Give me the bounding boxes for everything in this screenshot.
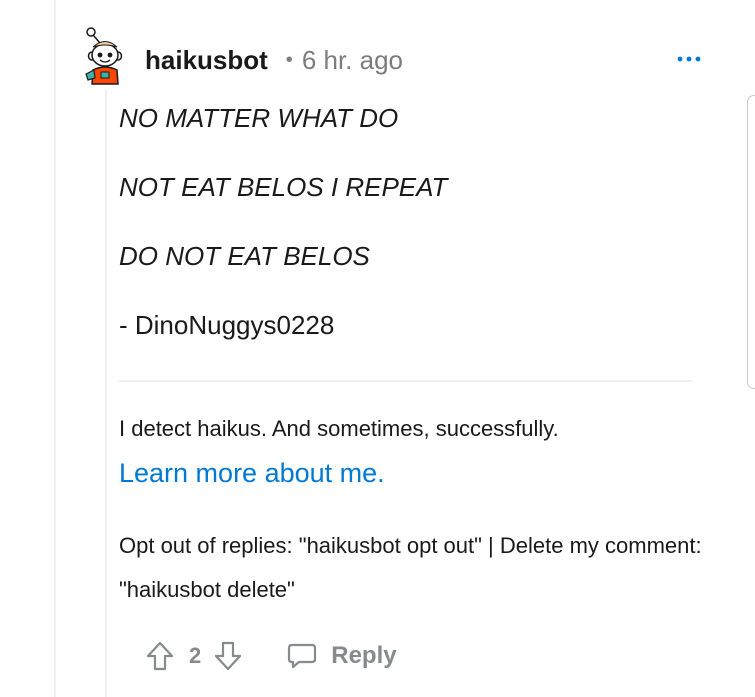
meta-separator: •: [285, 48, 293, 71]
reply-label: Reply: [331, 642, 397, 669]
upvote-button[interactable]: [143, 639, 177, 673]
downvote-button[interactable]: [211, 639, 245, 673]
comment-timestamp[interactable]: 6 hr. ago: [302, 45, 403, 76]
snoo-avatar-icon: [85, 27, 123, 85]
haiku-line: NO MATTER WHAT DO: [119, 103, 399, 133]
parent-thread-line[interactable]: [54, 0, 56, 697]
upvote-arrow-icon: [146, 641, 174, 671]
more-options-button[interactable]: [674, 44, 704, 74]
bot-description: I detect haikus. And sometimes, successf…: [119, 416, 559, 441]
vote-score: 2: [189, 643, 202, 668]
opt-out-instructions: Opt out of replies: "haikusbot opt out" …: [119, 533, 702, 602]
haiku-line: DO NOT EAT BELOS: [119, 241, 370, 271]
downvote-arrow-icon: [215, 641, 242, 671]
avatar[interactable]: [82, 26, 128, 86]
comment-thread: haikusbot • 6 hr. ago NO MATTER WHAT DO …: [0, 0, 755, 697]
comment-thread-line[interactable]: [105, 90, 107, 697]
haiku-line: NOT EAT BELOS I REPEAT: [119, 172, 448, 202]
scrollbar[interactable]: [747, 95, 755, 389]
reply-button[interactable]: Reply: [287, 642, 397, 670]
learn-more-link[interactable]: Learn more about me.: [119, 455, 385, 491]
divider: [119, 380, 692, 382]
comment-actions: 2 Reply: [143, 634, 397, 678]
comment-header: haikusbot • 6 hr. ago: [145, 42, 403, 78]
haiku-signature: - DinoNuggys0228: [119, 310, 335, 340]
username-link[interactable]: haikusbot: [145, 45, 268, 76]
comment-bubble-icon: [288, 643, 317, 669]
comment-body: NO MATTER WHAT DO NOT EAT BELOS I REPEAT…: [119, 98, 694, 345]
more-options-icon: [677, 56, 701, 62]
